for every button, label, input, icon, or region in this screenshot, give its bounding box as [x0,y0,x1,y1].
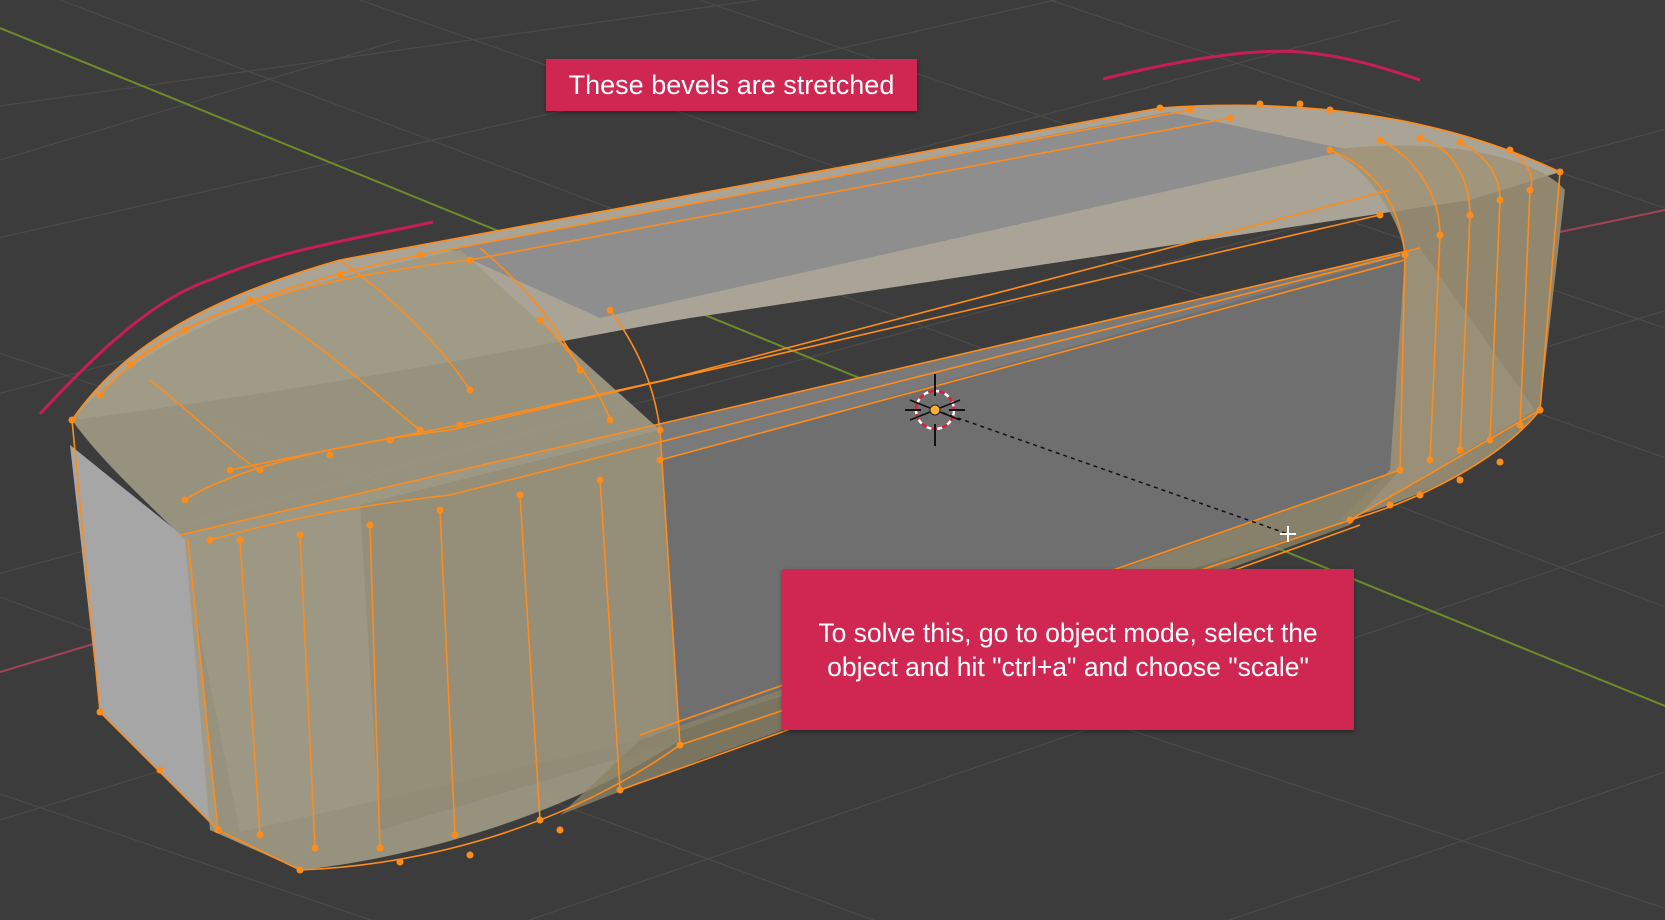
solution-line-2: object and hit "ctrl+a" and choose "scal… [827,651,1309,682]
solution-line-1: To solve this, go to object mode, select… [818,617,1318,648]
x-axis-line-right [1559,209,1665,233]
bevel-stretched-callout: These bevels are stretched [546,59,917,111]
mesh-object[interactable] [68,100,1566,874]
bevel-curve-marker-right [1102,49,1421,82]
solution-callout: To solve this, go to object mode, select… [782,569,1354,730]
bevel-stretched-text: These bevels are stretched [568,70,895,100]
solution-text: To solve this, go to object mode, select… [818,616,1317,684]
object-origin-icon [929,404,941,416]
viewport-scene [0,0,1665,920]
3d-viewport[interactable]: These bevels are stretched To solve this… [0,0,1665,920]
